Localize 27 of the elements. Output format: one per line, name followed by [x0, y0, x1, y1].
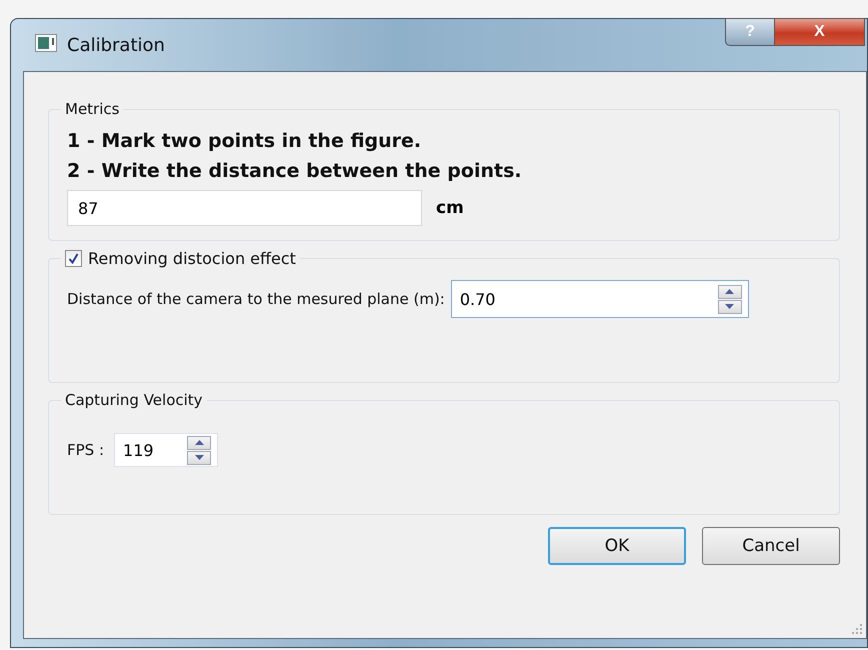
dialog-button[interactable]: OK: [548, 527, 686, 565]
group-title: Metrics: [64, 100, 120, 118]
instruction-text: 2 - Write the distance between the points.: [67, 160, 523, 182]
up-arrow-icon: [194, 440, 204, 445]
dialog-button[interactable]: Cancel: [702, 527, 840, 565]
window-title: Calibration: [67, 34, 165, 56]
spin-box[interactable]: 119: [114, 433, 218, 467]
value-field[interactable]: 119: [115, 440, 188, 460]
increment-button[interactable]: [187, 436, 212, 450]
spin-box[interactable]: 0.70: [450, 280, 749, 318]
unit-label: cm: [436, 198, 464, 218]
instruction-text: 1 - Mark two points in the figure.: [67, 130, 422, 152]
group-title: Capturing Velocity: [64, 391, 204, 409]
increment-button[interactable]: [718, 284, 742, 298]
up-arrow-icon: [725, 289, 734, 294]
decrement-button[interactable]: [718, 300, 742, 314]
checkbox-label: Removing distocion effect: [88, 249, 296, 268]
down-arrow-icon: [194, 455, 204, 460]
checkbox[interactable]: [65, 250, 82, 267]
field-label: FPS :: [67, 441, 104, 459]
value-field[interactable]: 0.70: [452, 290, 718, 308]
distance-field[interactable]: 87: [67, 190, 422, 226]
down-arrow-icon: [725, 304, 734, 309]
decrement-button[interactable]: [187, 450, 212, 464]
field-label: Distance of the camera to the mesured plane (m):: [67, 290, 445, 308]
resize-grip-icon: [852, 624, 862, 634]
close-button[interactable]: X: [775, 18, 865, 46]
